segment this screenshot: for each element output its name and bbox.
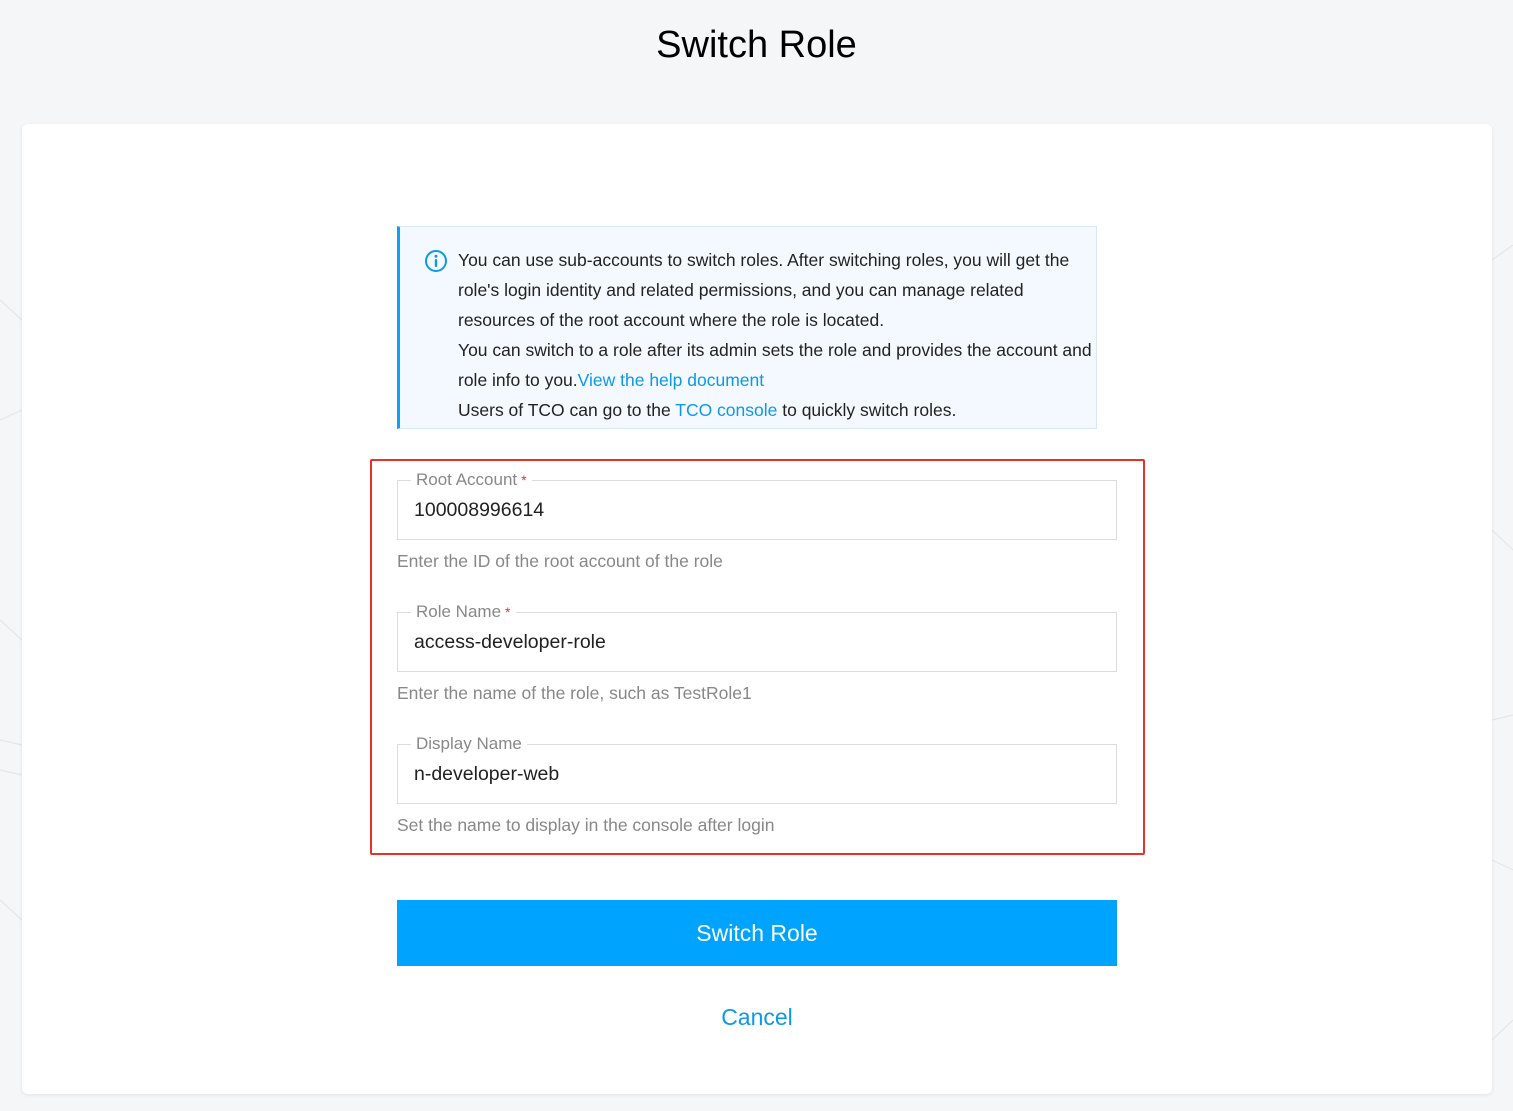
display-name-input[interactable] (414, 745, 1094, 803)
root-account-input[interactable] (414, 481, 1094, 539)
info-icon (425, 250, 447, 272)
page-title: Switch Role (656, 24, 857, 66)
tco-console-link[interactable]: TCO console (675, 400, 777, 420)
notice-text: You can use sub-accounts to switch roles… (458, 245, 1098, 425)
notice-line-3: Users of TCO can go to the TCO console t… (458, 395, 1098, 425)
notice-line-2: You can switch to a role after its admin… (458, 335, 1098, 395)
root-account-field: Root Account* Enter the ID of the root a… (397, 469, 1117, 572)
info-notice: You can use sub-accounts to switch roles… (397, 226, 1097, 429)
role-name-input[interactable] (414, 613, 1094, 671)
notice-line-3-suffix: to quickly switch roles. (777, 400, 957, 420)
display-name-hint: Set the name to display in the console a… (397, 815, 775, 835)
role-name-input-wrapper: Role Name * (397, 601, 1117, 672)
help-document-link[interactable]: View the help document (578, 370, 764, 390)
notice-line-2-text: You can switch to a role after its admin… (458, 340, 1092, 390)
role-name-hint: Enter the name of the role, such as Test… (397, 683, 752, 703)
display-name-input-wrapper: Display Name (397, 733, 1117, 804)
notice-line-1: You can use sub-accounts to switch roles… (458, 250, 1070, 330)
root-account-input-wrapper: Root Account * (397, 469, 1117, 540)
switch-role-button[interactable]: Switch Role (397, 900, 1117, 966)
role-name-field: Role Name* Enter the name of the role, s… (397, 601, 1117, 704)
switch-role-card: You can use sub-accounts to switch roles… (22, 124, 1492, 1094)
notice-line-3-prefix: Users of TCO can go to the (458, 400, 676, 420)
display-name-field: Display Name Set the name to display in … (397, 733, 1117, 836)
root-account-hint: Enter the ID of the root account of the … (397, 551, 723, 571)
cancel-link[interactable]: Cancel (397, 1002, 1117, 1032)
